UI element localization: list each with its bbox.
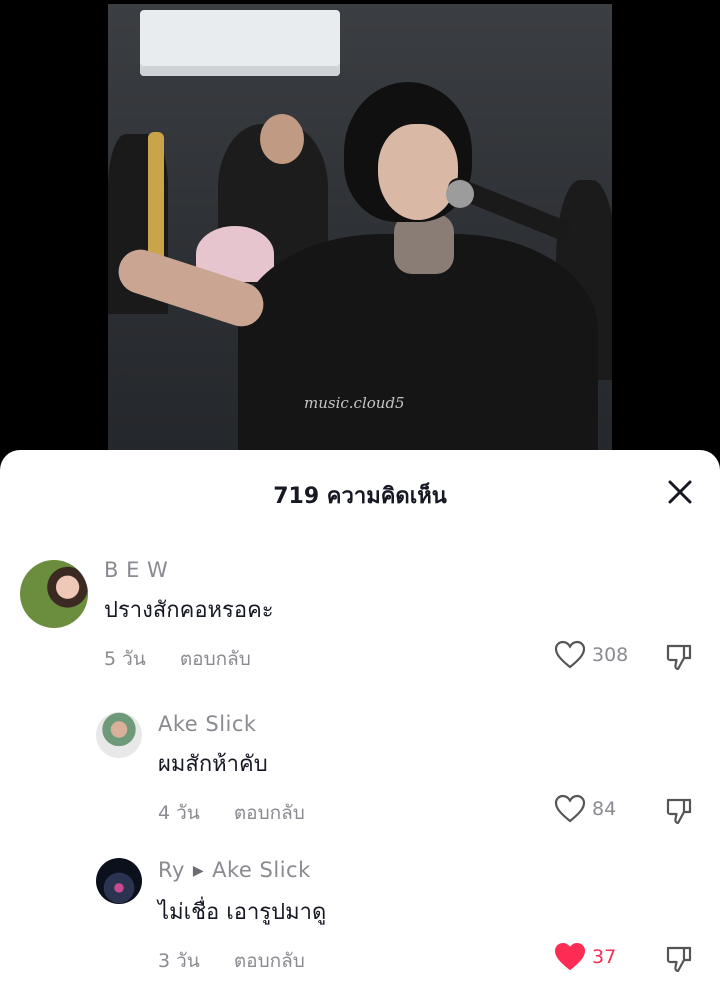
video-player[interactable]: music.cloud5 — [108, 4, 612, 454]
comment-username-line: Ry ▶ Ake Slick — [158, 858, 311, 882]
video-watermark: music.cloud5 — [304, 394, 405, 412]
trombone — [148, 132, 164, 262]
comment-time: 4 วัน — [158, 802, 200, 824]
like-count: 308 — [592, 644, 629, 666]
comments-title: 719 ความคิดเห็น — [273, 484, 447, 509]
comment-time: 3 วัน — [158, 950, 200, 972]
heart-icon — [554, 794, 586, 823]
like-button[interactable]: 308 — [554, 640, 628, 670]
reply-button[interactable]: ตอบกลับ — [234, 802, 305, 824]
like-count: 37 — [592, 946, 617, 968]
singer-neck-tattoo — [394, 214, 454, 274]
reply-to-username[interactable]: Ake Slick — [212, 858, 311, 882]
microphone-head — [446, 180, 474, 208]
comment-text: ปรางสักคอหรอคะ — [104, 598, 274, 623]
background-person-head — [260, 114, 304, 164]
heart-filled-icon — [554, 942, 586, 971]
dislike-button[interactable] — [664, 944, 694, 974]
dislike-button[interactable] — [664, 796, 694, 826]
avatar[interactable] — [96, 712, 142, 758]
avatar[interactable] — [20, 560, 88, 628]
reply-button[interactable]: ตอบกลับ — [234, 950, 305, 972]
thumbs-down-icon — [666, 798, 692, 825]
comment-time: 5 วัน — [104, 648, 146, 670]
avatar[interactable] — [96, 858, 142, 904]
comment-text: ผมสักห้าคับ — [158, 752, 268, 777]
thumbs-down-icon — [666, 644, 692, 671]
reply-arrow-icon: ▶ — [192, 863, 205, 879]
like-button[interactable]: 37 — [554, 942, 616, 972]
like-count: 84 — [592, 798, 617, 820]
comment-meta: 3 วัน ตอบกลับ — [158, 946, 333, 976]
air-conditioner — [140, 10, 340, 76]
comments-sheet: 719 ความคิดเห็น B E W ปรางสักคอหรอคะ 5 ว… — [0, 450, 720, 997]
heart-icon — [554, 640, 586, 669]
comment-text: ไม่เชื่อ เอารูปมาดู — [158, 900, 327, 925]
dislike-button[interactable] — [664, 642, 694, 672]
comment-username[interactable]: B E W — [104, 558, 168, 582]
comment-username[interactable]: Ake Slick — [158, 712, 257, 736]
comment-username[interactable]: Ry — [158, 858, 185, 882]
close-icon[interactable] — [664, 476, 696, 508]
comment-meta: 5 วัน ตอบกลับ — [104, 644, 279, 674]
comment-meta: 4 วัน ตอบกลับ — [158, 798, 333, 828]
thumbs-down-icon — [666, 946, 692, 973]
reply-button[interactable]: ตอบกลับ — [180, 648, 251, 670]
like-button[interactable]: 84 — [554, 794, 616, 824]
singer-face — [378, 124, 458, 220]
